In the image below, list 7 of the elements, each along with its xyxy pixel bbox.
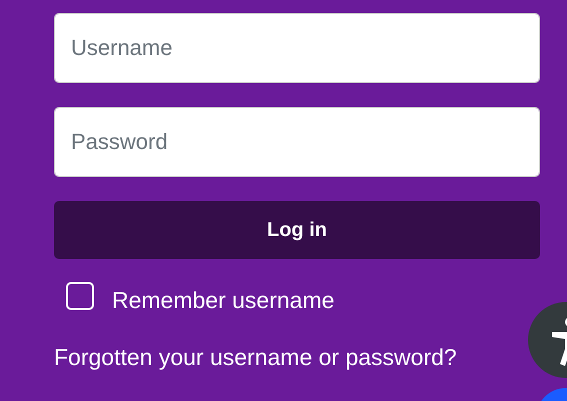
remember-checkbox[interactable]	[66, 282, 94, 310]
remember-label: Remember username	[112, 286, 334, 315]
password-field[interactable]: Password	[54, 107, 540, 177]
forgot-password-link[interactable]: Forgotten your username or password?	[54, 344, 457, 370]
accessibility-icon[interactable]	[528, 302, 567, 378]
login-button[interactable]: Log in	[54, 201, 540, 259]
username-field[interactable]: Username	[54, 13, 540, 83]
